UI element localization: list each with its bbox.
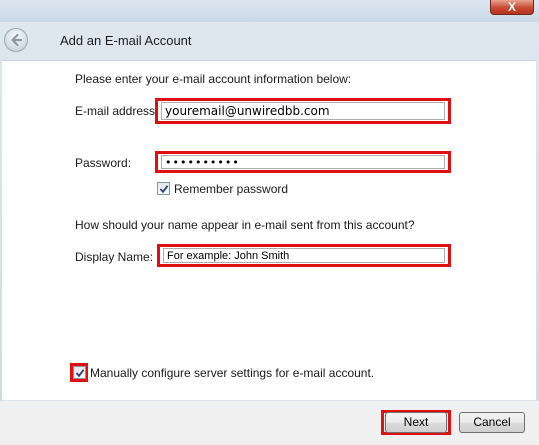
back-arrow-icon (11, 33, 23, 47)
next-button[interactable]: Next (385, 412, 447, 433)
password-label: Password: (75, 156, 132, 170)
email-field-highlight (155, 98, 451, 124)
email-field[interactable] (161, 102, 445, 120)
email-label: E-mail address: (75, 104, 159, 118)
manual-config-label[interactable]: Manually configure server settings for e… (90, 366, 374, 380)
close-button[interactable]: X (490, 0, 534, 15)
display-name-field[interactable] (163, 248, 445, 263)
manual-config-checkbox[interactable] (73, 366, 86, 379)
remember-password-checkbox[interactable] (157, 182, 170, 195)
display-name-label: Display Name: (75, 250, 154, 264)
remember-password-label[interactable]: Remember password (174, 182, 288, 196)
add-email-account-window: X Add an E-mail Account Please enter you… (0, 0, 539, 445)
wizard-header: Add an E-mail Account (0, 22, 539, 60)
password-field[interactable] (161, 155, 445, 169)
close-icon: X (507, 0, 516, 14)
intro-text: Please enter your e-mail account informa… (75, 72, 352, 86)
page-title: Add an E-mail Account (60, 33, 192, 48)
checkmark-icon (75, 369, 85, 378)
checkmark-icon (159, 185, 169, 194)
back-button[interactable] (4, 28, 28, 52)
name-question-text: How should your name appear in e-mail se… (75, 218, 415, 232)
password-field-highlight (155, 151, 451, 173)
wizard-footer: Next Cancel (0, 401, 539, 445)
display-name-field-highlight (157, 244, 451, 267)
title-bar (0, 0, 539, 22)
cancel-button[interactable]: Cancel (459, 412, 525, 433)
form-panel: Please enter your e-mail account informa… (2, 60, 536, 401)
